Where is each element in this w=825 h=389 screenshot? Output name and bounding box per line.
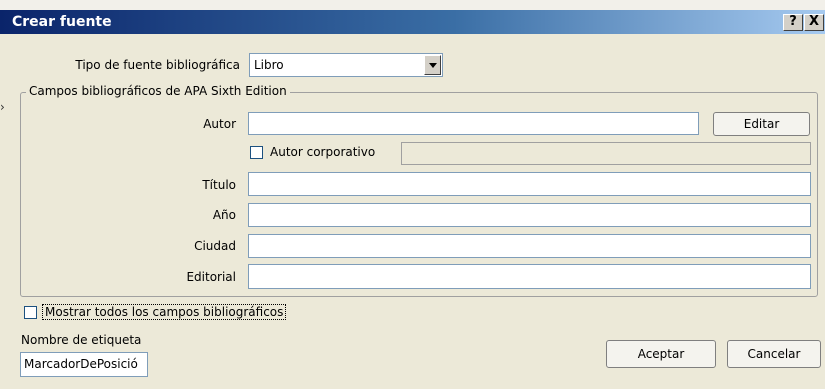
title-label: Título xyxy=(202,178,236,192)
tag-name-input[interactable]: MarcadorDePosició xyxy=(20,352,148,377)
source-type-value: Libro xyxy=(254,58,284,72)
bibliography-fields-group-label: Campos bibliográficos de APA Sixth Editi… xyxy=(26,84,290,98)
source-type-label: Tipo de fuente bibliográfica xyxy=(75,58,240,72)
author-label: Autor xyxy=(203,117,236,131)
cancel-button[interactable]: Cancelar xyxy=(727,340,821,368)
corporate-author-input[interactable] xyxy=(401,142,811,165)
close-button[interactable]: X xyxy=(804,14,824,31)
tag-name-label: Nombre de etiqueta xyxy=(21,333,142,347)
year-input[interactable] xyxy=(248,203,811,227)
dialog-title: Crear fuente xyxy=(12,14,112,30)
publisher-input[interactable] xyxy=(248,264,811,289)
edit-author-button[interactable]: Editar xyxy=(713,112,810,136)
corporate-author-checkbox[interactable] xyxy=(250,146,263,159)
help-button[interactable]: ? xyxy=(783,14,803,31)
source-type-select[interactable]: Libro xyxy=(249,53,443,77)
show-all-fields-label: Mostrar todos los campos bibliográficos xyxy=(42,304,287,320)
dialog-title-bar[interactable]: Crear fuente xyxy=(0,10,825,34)
title-input[interactable] xyxy=(248,172,811,196)
year-label: Año xyxy=(212,208,236,222)
edge-marker: › xyxy=(0,100,5,114)
city-label: Ciudad xyxy=(194,239,236,253)
corporate-author-label: Autor corporativo xyxy=(270,145,376,159)
publisher-label: Editorial xyxy=(186,270,236,284)
accept-button[interactable]: Aceptar xyxy=(606,340,716,368)
author-input[interactable] xyxy=(248,112,699,135)
show-all-fields-checkbox[interactable] xyxy=(24,306,37,319)
chevron-down-icon[interactable] xyxy=(424,55,441,75)
city-input[interactable] xyxy=(248,234,811,258)
